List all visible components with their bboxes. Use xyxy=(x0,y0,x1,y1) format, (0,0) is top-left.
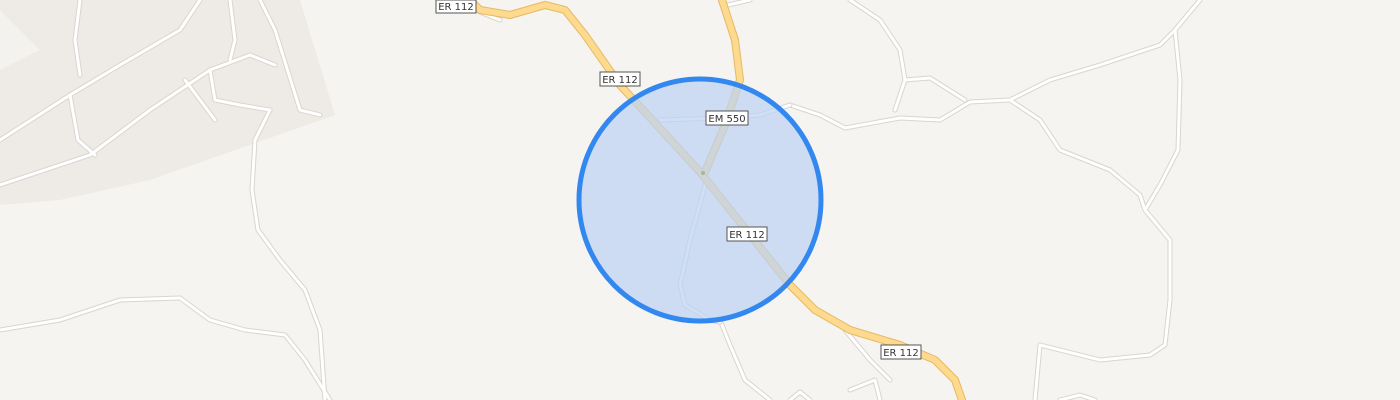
road-shield-em550: EM 550 xyxy=(705,110,749,126)
road-shield-er112-top: ER 112 xyxy=(435,0,477,14)
location-accuracy-circle xyxy=(576,76,824,324)
road-label-er112-bottom: ER 112 xyxy=(883,348,919,359)
junction-dot xyxy=(701,171,705,175)
map-canvas[interactable]: ER 112 ER 112 EM 550 ER 112 ER 112 xyxy=(0,0,1400,400)
road-shield-er112-center: ER 112 xyxy=(726,226,768,242)
road-shield-er112-bottom: ER 112 xyxy=(880,344,922,360)
road-label-er112-mid: ER 112 xyxy=(602,75,638,86)
map-svg[interactable]: ER 112 ER 112 EM 550 ER 112 ER 112 xyxy=(0,0,1400,400)
road-label-er112-top: ER 112 xyxy=(438,2,474,13)
road-label-em550: EM 550 xyxy=(708,114,745,125)
road-label-er112-center: ER 112 xyxy=(729,230,765,241)
road-shield-er112-mid: ER 112 xyxy=(599,71,641,87)
